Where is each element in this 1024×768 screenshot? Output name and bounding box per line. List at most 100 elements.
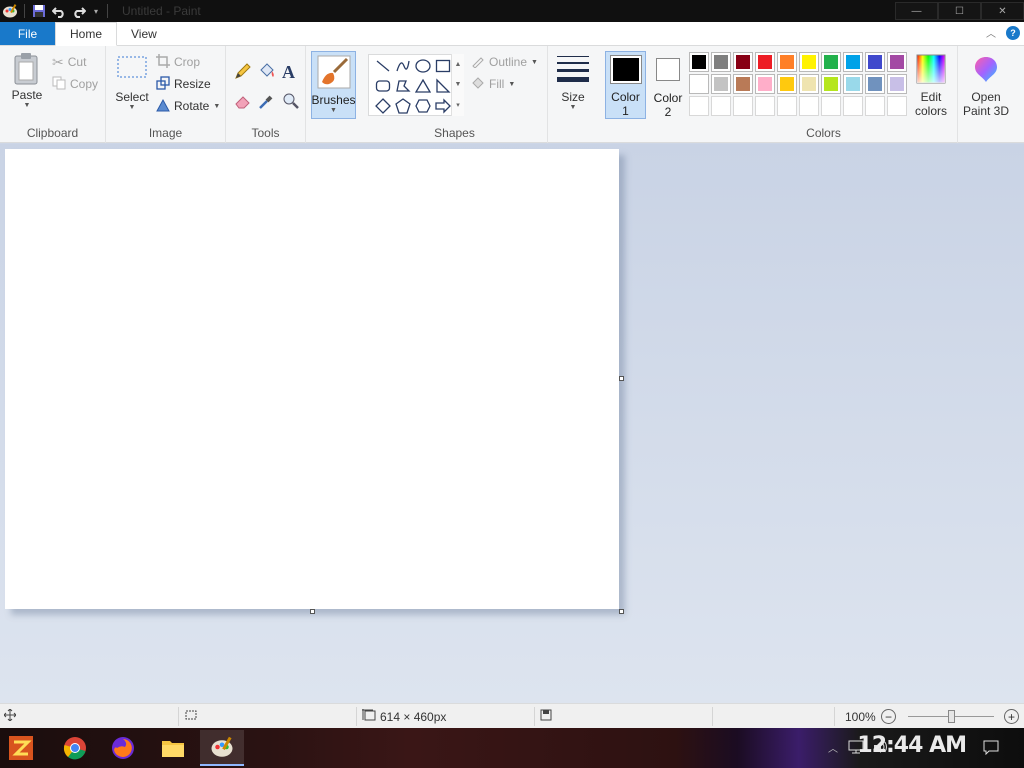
palette-swatch[interactable] bbox=[887, 74, 907, 94]
palette-swatch[interactable] bbox=[711, 96, 731, 116]
tab-home[interactable]: Home bbox=[55, 22, 118, 46]
palette-swatch[interactable] bbox=[733, 74, 753, 94]
resize-button[interactable]: Resize bbox=[156, 74, 211, 94]
palette-swatch[interactable] bbox=[887, 96, 907, 116]
curve-shape-icon[interactable] bbox=[393, 56, 413, 76]
zoom-in-icon[interactable]: + bbox=[1004, 709, 1019, 724]
file-explorer-icon[interactable] bbox=[156, 732, 190, 764]
tab-file[interactable]: File bbox=[0, 22, 55, 45]
palette-swatch[interactable] bbox=[711, 74, 731, 94]
brushes-button[interactable]: Brushes ▼ bbox=[311, 51, 356, 119]
palette-swatch[interactable] bbox=[777, 52, 797, 72]
canvas-resize-handle-corner[interactable] bbox=[619, 609, 624, 614]
start-button[interactable] bbox=[4, 732, 38, 764]
palette-swatch[interactable] bbox=[755, 96, 775, 116]
paint-taskbar-icon[interactable] bbox=[200, 730, 244, 766]
open-paint3d-button[interactable]: Open Paint 3D bbox=[961, 54, 1011, 118]
polygon-shape-icon[interactable] bbox=[393, 76, 413, 96]
rotate-button[interactable]: Rotate ▼ bbox=[156, 96, 220, 116]
crop-button[interactable]: Crop bbox=[156, 52, 200, 72]
select-dropdown-arrow[interactable]: ▼ bbox=[129, 104, 136, 111]
rectangle-shape-icon[interactable] bbox=[433, 56, 453, 76]
brushes-dropdown-arrow[interactable]: ▼ bbox=[330, 107, 337, 114]
palette-swatch[interactable] bbox=[777, 74, 797, 94]
edit-colors-button[interactable]: Edit colors bbox=[911, 54, 951, 118]
outline-dropdown-arrow[interactable]: ▼ bbox=[531, 59, 538, 66]
palette-swatch[interactable] bbox=[865, 96, 885, 116]
taskbar-clock[interactable]: 12:44 AM bbox=[857, 733, 967, 758]
show-hidden-icons-icon[interactable]: ︿ bbox=[828, 740, 838, 755]
action-center-icon[interactable] bbox=[983, 739, 999, 758]
fill-dropdown-arrow[interactable]: ▼ bbox=[508, 81, 515, 88]
palette-swatch[interactable] bbox=[755, 74, 775, 94]
size-dropdown-arrow[interactable]: ▼ bbox=[570, 104, 577, 111]
paste-dropdown-arrow[interactable]: ▼ bbox=[24, 102, 31, 109]
size-button[interactable]: Size ▼ bbox=[553, 54, 593, 111]
canvas-resize-handle-bottom[interactable] bbox=[310, 609, 315, 614]
paint-app-icon[interactable] bbox=[0, 1, 20, 21]
pencil-icon[interactable] bbox=[234, 62, 254, 82]
hexagon-shape-icon[interactable] bbox=[413, 96, 433, 116]
palette-swatch[interactable] bbox=[821, 74, 841, 94]
palette-swatch[interactable] bbox=[843, 52, 863, 72]
fill-bucket-icon[interactable] bbox=[258, 62, 278, 82]
customize-qat-icon[interactable]: ▾ bbox=[89, 1, 103, 21]
drawing-canvas[interactable] bbox=[5, 149, 619, 609]
palette-swatch[interactable] bbox=[799, 74, 819, 94]
scroll-down-icon[interactable]: ▼ bbox=[455, 81, 462, 88]
minimize-ribbon-icon[interactable]: ︿ bbox=[986, 25, 996, 40]
diamond-shape-icon[interactable] bbox=[373, 96, 393, 116]
undo-icon[interactable] bbox=[49, 1, 69, 21]
palette-swatch[interactable] bbox=[689, 52, 709, 72]
palette-swatch[interactable] bbox=[843, 96, 863, 116]
oval-shape-icon[interactable] bbox=[413, 56, 433, 76]
close-button[interactable]: ✕ bbox=[981, 2, 1024, 20]
maximize-button[interactable]: ☐ bbox=[938, 2, 981, 20]
cut-button[interactable]: ✂ Cut bbox=[52, 52, 86, 72]
magnifier-icon[interactable] bbox=[282, 92, 302, 112]
minimize-button[interactable]: — bbox=[895, 2, 938, 20]
select-button[interactable]: Select ▼ bbox=[112, 54, 152, 111]
pentagon-shape-icon[interactable] bbox=[393, 96, 413, 116]
palette-swatch[interactable] bbox=[733, 96, 753, 116]
copy-button[interactable]: Copy bbox=[52, 74, 98, 94]
zoom-out-icon[interactable]: − bbox=[881, 709, 896, 724]
rotate-dropdown-arrow[interactable]: ▼ bbox=[213, 103, 220, 110]
right-arrow-shape-icon[interactable] bbox=[433, 96, 453, 116]
outline-button[interactable]: Outline ▼ bbox=[471, 52, 538, 72]
save-icon[interactable] bbox=[29, 1, 49, 21]
palette-swatch[interactable] bbox=[689, 96, 709, 116]
triangle-shape-icon[interactable] bbox=[413, 76, 433, 96]
fill-button[interactable]: Fill ▼ bbox=[471, 74, 515, 94]
palette-swatch[interactable] bbox=[843, 74, 863, 94]
rounded-rectangle-shape-icon[interactable] bbox=[373, 76, 393, 96]
redo-icon[interactable] bbox=[69, 1, 89, 21]
gallery-expand-icon[interactable]: ▾ bbox=[456, 101, 460, 109]
palette-swatch[interactable] bbox=[689, 74, 709, 94]
scroll-up-icon[interactable]: ▲ bbox=[455, 61, 462, 68]
zoom-slider-thumb[interactable] bbox=[948, 710, 955, 723]
palette-swatch[interactable] bbox=[821, 96, 841, 116]
color-picker-icon[interactable] bbox=[258, 92, 278, 112]
chrome-icon[interactable] bbox=[58, 732, 92, 764]
firefox-icon[interactable] bbox=[106, 732, 140, 764]
palette-swatch[interactable] bbox=[733, 52, 753, 72]
text-tool-icon[interactable]: A bbox=[282, 62, 302, 82]
palette-swatch[interactable] bbox=[711, 52, 731, 72]
palette-swatch[interactable] bbox=[887, 52, 907, 72]
eraser-icon[interactable] bbox=[234, 92, 254, 112]
palette-swatch[interactable] bbox=[799, 96, 819, 116]
line-shape-icon[interactable] bbox=[373, 56, 393, 76]
right-triangle-shape-icon[interactable] bbox=[433, 76, 453, 96]
palette-swatch[interactable] bbox=[865, 52, 885, 72]
palette-swatch[interactable] bbox=[821, 52, 841, 72]
palette-swatch[interactable] bbox=[777, 96, 797, 116]
palette-swatch[interactable] bbox=[865, 74, 885, 94]
tab-view[interactable]: View bbox=[117, 22, 171, 45]
palette-swatch[interactable] bbox=[799, 52, 819, 72]
canvas-workspace[interactable] bbox=[0, 144, 1024, 703]
paste-button[interactable]: Paste ▼ bbox=[8, 52, 46, 109]
canvas-resize-handle-right[interactable] bbox=[619, 376, 624, 381]
shapes-gallery-scroll[interactable]: ▲ ▼ ▾ bbox=[451, 54, 464, 116]
help-icon[interactable]: ? bbox=[1006, 25, 1020, 40]
